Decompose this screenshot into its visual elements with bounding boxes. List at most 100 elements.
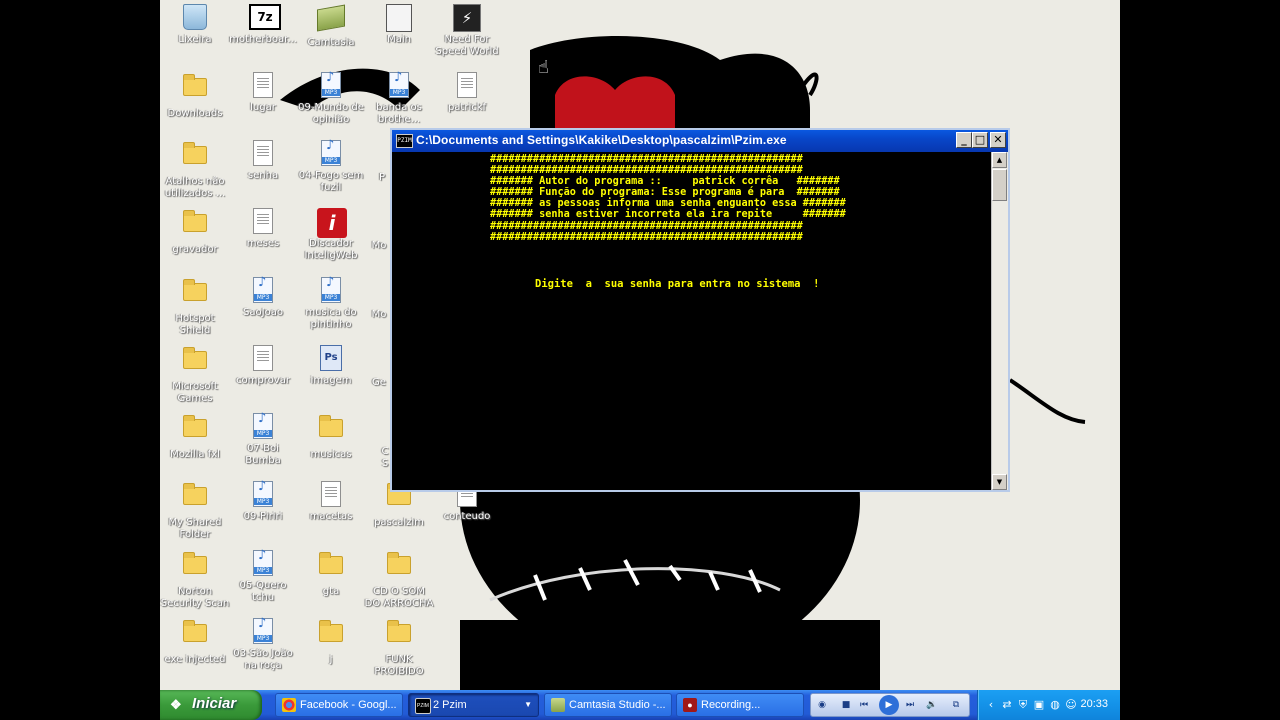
desktop-icon[interactable]: Hotspot Shield [160, 277, 230, 337]
vertical-scrollbar[interactable]: ▲ ▼ [991, 152, 1008, 490]
scroll-thumb[interactable] [992, 169, 1007, 201]
scroll-up-icon[interactable]: ▲ [992, 152, 1007, 168]
task-facebook-chrome[interactable]: Facebook - Googl... [275, 693, 403, 717]
scroll-down-icon[interactable]: ▼ [992, 474, 1007, 490]
desktop-icon[interactable]: Atalhos não utilizados ... [160, 140, 230, 200]
desktop-icon[interactable]: Downloads [160, 72, 230, 120]
desktop-icon[interactable]: SaoJoao [228, 277, 298, 319]
folder-gta-icon [317, 552, 345, 584]
desktop-icon[interactable]: Main [364, 4, 434, 46]
desktop-icon[interactable]: Lixeira [160, 4, 230, 46]
desktop-icon[interactable]: lugar [228, 72, 298, 114]
taskbar: ❖ Iniciar Facebook - Googl... PZIM 2 Pzi… [160, 690, 1120, 720]
play-icon[interactable]: ▶ [879, 695, 899, 715]
previous-icon[interactable]: ⏮ [857, 698, 871, 712]
minimize-button[interactable]: _ [956, 132, 972, 148]
stop-icon[interactable]: ■ [839, 698, 853, 712]
desktop-icon-label: Mozilla fxl [170, 449, 220, 460]
task-camtasia[interactable]: Camtasia Studio -... [544, 693, 672, 717]
desktop-icon[interactable]: FUNK PROIBIDO [364, 618, 434, 678]
password-prompt: Digite a sua senha para entra no sistema… [535, 278, 820, 290]
close-button[interactable]: ✕ [990, 132, 1006, 148]
desktop-icon[interactable]: 03-São João na roça [228, 618, 298, 672]
security-icon[interactable]: ⛨ [1016, 698, 1030, 712]
desktop-icon-label: Downloads [167, 108, 223, 119]
restore-icon[interactable]: ⧉ [949, 698, 963, 712]
start-button[interactable]: ❖ Iniciar [160, 690, 262, 720]
pzim-app-icon: PZIM [396, 134, 413, 148]
maximize-button[interactable]: □ [972, 132, 988, 148]
desktop-icon[interactable]: patrickf [432, 72, 502, 114]
desktop-icon-label: senha [247, 170, 279, 181]
desktop-icon-label: 07-Boi Bumba [245, 443, 281, 466]
desktop-icon[interactable]: i Discador InteligWeb [296, 208, 366, 262]
need-for-speed-icon: ⚡ [453, 4, 481, 32]
task-label: Facebook - Googl... [300, 699, 397, 711]
media-player-toolbar[interactable]: ◉ ■ ⏮ ▶ ⏭ 🔉 ⧉ [810, 693, 970, 717]
desktop-icon[interactable]: gta [296, 550, 366, 598]
desktop-icon[interactable]: senha [228, 140, 298, 182]
desktop-icon[interactable]: ⚡ Need For Speed World [432, 4, 502, 58]
desktop-icon-label: My Shared Folder [168, 517, 222, 540]
task-recording[interactable]: ● Recording... [676, 693, 804, 717]
desktop-icon[interactable]: banda os brothe... [364, 72, 434, 126]
tray-app-icon[interactable]: ▣ [1032, 698, 1046, 712]
doc-meses-icon [249, 208, 277, 236]
desktop-icon-label: Discador InteligWeb [304, 238, 358, 261]
desktop-icon[interactable]: comprovar [228, 345, 298, 387]
desktop-icon-label: motherboar... [229, 34, 297, 45]
console-window[interactable]: PZIM C:\Documents and Settings\Kakike\De… [390, 128, 1010, 492]
messenger-icon[interactable]: ☺ [1064, 698, 1078, 712]
network-icon[interactable]: ⇄ [1000, 698, 1014, 712]
chrome-icon [282, 698, 296, 712]
desktop-icon[interactable]: 04-Fogo sem fuzil [296, 140, 366, 194]
next-icon[interactable]: ⏭ [903, 698, 917, 712]
desktop-icon[interactable]: Norton Security Scan [160, 550, 230, 610]
window-titlebar[interactable]: PZIM C:\Documents and Settings\Kakike\De… [392, 130, 1008, 152]
task-pzim-group[interactable]: PZIM 2 Pzim ▼ [408, 693, 539, 717]
console-output[interactable]: ########################################… [392, 152, 992, 490]
volume-icon[interactable]: 🔉 [925, 698, 939, 712]
desktop-icon[interactable]: macetas [296, 481, 366, 523]
desktop-icon[interactable]: 09-Piriri [228, 481, 298, 523]
desktop-icon[interactable]: My Shared Folder [160, 481, 230, 541]
desktop-icon-label: 04-Fogo sem fuzil [298, 170, 364, 193]
doc-macetas-icon [317, 481, 345, 509]
tray-arrow-icon[interactable]: ‹ [984, 698, 998, 712]
camtasia-icon [551, 698, 565, 712]
desktop-icon-label: musica do pintinho [305, 307, 357, 330]
desktop-icon[interactable]: 05-Quero tchu [228, 550, 298, 604]
folder-atalhos-icon [181, 142, 209, 174]
desktop-icon[interactable]: Mozilla fxl [160, 413, 230, 461]
mp3-quero-icon [249, 550, 277, 578]
desktop-icon[interactable]: j [296, 618, 366, 666]
recycle-bin-icon [181, 4, 209, 32]
desktop-icon[interactable]: musica do pintinho [296, 277, 366, 331]
desktop-icon[interactable]: Microsoft Games [160, 345, 230, 405]
desktop-icon-label: Lixeira [178, 34, 212, 45]
desktop-icon[interactable]: exe injected [160, 618, 230, 666]
desktop-icon[interactable]: Camtasia [296, 4, 366, 49]
globe-icon[interactable]: ◍ [1048, 698, 1062, 712]
desktop-icon[interactable]: Ps imagem [296, 345, 366, 387]
desktop-icon[interactable]: 09-Mundo de opinião [296, 72, 366, 126]
desktop-icon[interactable]: 7z motherboar... [228, 4, 298, 46]
desktop-icon[interactable]: musicas [296, 413, 366, 461]
task-label: 2 Pzim [433, 699, 467, 711]
pzim-icon: PZIM [415, 698, 431, 714]
mp3-sao-joao-icon [249, 618, 277, 646]
desktop-icon[interactable]: CD O SOM DO ARROCHA [364, 550, 434, 610]
mp3-pintinho-icon [317, 277, 345, 305]
media-icon[interactable]: ◉ [815, 698, 829, 712]
mp3-mundo-opiniao-icon [317, 72, 345, 100]
desktop-icon-label: Norton Security Scan [160, 586, 230, 609]
desktop-icon-label: gravador [172, 244, 218, 255]
desktop-icon[interactable]: 07-Boi Bumba [228, 413, 298, 467]
partial-label: Mo [371, 309, 387, 320]
desktop-icon[interactable]: gravador [160, 208, 230, 256]
desktop-icon-label: gta [322, 586, 340, 597]
desktop-icon[interactable]: meses [228, 208, 298, 250]
desktop-icon-label: lugar [250, 102, 276, 113]
desktop-icon-label: 03-São João na roça [233, 648, 293, 671]
partial-label: P [378, 172, 386, 183]
